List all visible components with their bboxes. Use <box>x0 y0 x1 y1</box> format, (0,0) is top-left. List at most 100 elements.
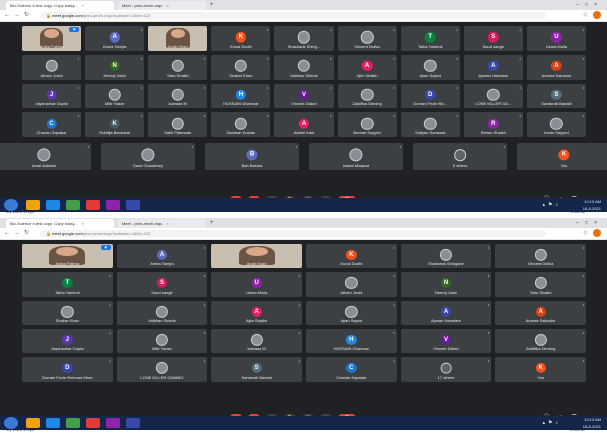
participant-tile[interactable]: B • Ban Basma <box>205 143 299 170</box>
participant-tile[interactable]: T • Talha Tamboli <box>22 272 113 297</box>
participant-tile[interactable]: • Anab Khan <box>211 244 302 269</box>
new-tab-icon[interactable]: + <box>210 1 214 10</box>
close-icon[interactable]: × <box>82 3 84 8</box>
participant-tile[interactable]: A • Andrea Salvador <box>526 54 586 80</box>
participant-tile[interactable]: • Burhan Sayyed <box>337 112 397 138</box>
participant-tile[interactable]: • Shakar Khan <box>211 54 271 80</box>
participant-tile[interactable]: K • Kunal Dudhi <box>211 26 271 51</box>
participant-tile[interactable]: N • Neeraj Joshi <box>400 272 492 297</box>
taskbar-app-icon[interactable] <box>86 200 100 210</box>
participant-tile[interactable]: • Sahil Patanade <box>148 112 208 138</box>
taskbar-app-icon[interactable] <box>26 418 40 428</box>
participant-tile[interactable]: A • Arsha Tamjra <box>116 244 208 269</box>
participant-tile[interactable]: • Taha Shaikh <box>148 54 208 80</box>
participant-tile[interactable]: • Imran Sayyed <box>526 112 586 138</box>
participant-tile[interactable]: • Amal Ardekar <box>0 143 91 170</box>
participant-tile[interactable]: • Ayan Sayed <box>306 300 397 325</box>
participant-tile[interactable]: N • Neeraj Joshi <box>85 54 145 80</box>
participant-tile[interactable]: • Shakar Khan <box>22 300 113 325</box>
participant-tile[interactable]: ▣ Aniba Fatima <box>22 26 82 51</box>
participant-tile[interactable]: A • Adahri Kale <box>274 112 334 138</box>
start-button[interactable] <box>4 199 18 211</box>
participant-tile[interactable]: • Vaibhav Shinde <box>274 54 334 80</box>
close-icon[interactable]: × <box>82 221 84 226</box>
participant-tile[interactable]: • Darshan Kuldan <box>211 112 271 138</box>
participant-tile[interactable]: H • HUSSAIN Ghamsar <box>211 83 271 109</box>
taskbar-app-icon[interactable] <box>126 418 140 428</box>
taskbar-app-icon[interactable] <box>26 200 40 210</box>
participant-tile[interactable]: R • Rehan Shaikh <box>463 112 523 138</box>
participant-tile[interactable]: V • Vincent Dsilari <box>274 83 334 109</box>
participant-tile[interactable]: ▣ Aniba Fatima <box>22 244 113 269</box>
tab-1[interactable]: Bio-Science e-test copy: Copy today... × <box>6 219 114 228</box>
taskbar-app-icon[interactable] <box>66 200 80 210</box>
tray-icons[interactable]: ▴⚑♪ <box>543 198 562 212</box>
participant-tile[interactable]: C • Chandu Sapakar <box>22 112 82 138</box>
participant-tile[interactable]: • 17 others <box>400 357 492 382</box>
participant-tile[interactable]: • Vincent Dsilva <box>495 244 586 269</box>
url-field[interactable]: 🔒 meet.google.com/pnm-amzh-mqu?authuser=… <box>40 12 546 19</box>
participant-tile[interactable]: • Shashank Shingane <box>400 244 492 269</box>
participant-tile[interactable]: A • Arsha Tamjra <box>85 26 145 51</box>
participant-tile[interactable]: C • Chandu Sapakar <box>306 357 397 382</box>
pin-icon[interactable]: ▣ <box>100 245 111 250</box>
participant-tile[interactable]: D • Durrani Fezle Ra... <box>400 83 460 109</box>
participant-tile[interactable]: S • Saud sange <box>463 26 523 51</box>
participant-tile[interactable]: • Vaibhav Shinde <box>116 300 208 325</box>
participant-tile[interactable]: • Zakiiflka Dinning <box>495 329 586 354</box>
participant-tile[interactable]: • Atharv Joshi <box>22 54 82 80</box>
participant-tile[interactable]: K•You <box>495 357 586 382</box>
participant-tile[interactable]: S • Sanskrati Bandal <box>211 357 302 382</box>
participant-tile[interactable]: • kainaaz M <box>211 329 302 354</box>
profile-icon[interactable] <box>593 11 601 19</box>
participant-tile[interactable]: A • Ayman Hamdare <box>400 300 492 325</box>
participant-tile[interactable]: U • Usma Mulla <box>526 26 586 51</box>
window-controls[interactable]: –□× <box>576 0 603 10</box>
taskbar-app-icon[interactable] <box>46 200 60 210</box>
participant-tile[interactable]: • 5 others <box>413 143 507 170</box>
taskbar-app-icon[interactable] <box>46 418 60 428</box>
taskbar-app-icon[interactable] <box>106 200 120 210</box>
participant-tile[interactable]: J • Jayshankar Gupta <box>22 329 113 354</box>
participant-tile[interactable]: • LONE KILLER GAMING <box>116 357 208 382</box>
url-field[interactable]: 🔒 meet.google.com/pnm-amzh-mqu?authuser=… <box>40 230 546 237</box>
nav-buttons[interactable]: ←→↻ <box>4 10 33 21</box>
participant-tile[interactable]: • Taha Shaikh <box>495 272 586 297</box>
star-icon[interactable]: ☆ <box>583 13 593 19</box>
participant-tile[interactable]: K•You <box>517 143 607 170</box>
extensions[interactable]: ☆ <box>583 229 601 239</box>
participant-tile[interactable]: S • Sanskrati Bandal <box>526 83 586 109</box>
participant-tile[interactable]: U • Usma Mulla <box>211 272 302 297</box>
new-tab-icon[interactable]: + <box>210 219 214 228</box>
participant-tile[interactable]: • Shashank Shing... <box>274 26 334 51</box>
close-icon[interactable]: × <box>166 221 168 226</box>
participant-tile[interactable]: T • Talha Tamboli <box>400 26 460 51</box>
participant-tile[interactable]: • Sufiyan Sunwara <box>400 112 460 138</box>
taskbar-app-icon[interactable] <box>106 418 120 428</box>
participant-tile[interactable]: A • Ayman Hamdare <box>463 54 523 80</box>
start-button[interactable] <box>4 417 18 429</box>
participant-tile[interactable]: • LONE KILLER GA... <box>463 83 523 109</box>
participant-tile[interactable]: A • Ajim Shaikh <box>337 54 397 80</box>
extensions[interactable]: ☆ <box>583 11 601 21</box>
participant-tile[interactable]: • Vincent Dsilva <box>337 26 397 51</box>
participant-tile[interactable]: D • Durrani Fezle Rehman Khan <box>22 357 113 382</box>
participant-tile[interactable]: A • Ajim Shaikh <box>211 300 302 325</box>
participant-tile[interactable]: A • Andrea Salvador <box>495 300 586 325</box>
participant-tile[interactable]: • Zakiiflka Dinning <box>337 83 397 109</box>
taskbar-app-icon[interactable] <box>66 418 80 428</box>
participant-tile[interactable]: V • Vincent Dsilari <box>400 329 492 354</box>
tray-icons[interactable]: ▴⚑♪ <box>543 416 562 430</box>
participant-tile[interactable]: • Saud Chaudhary <box>101 143 195 170</box>
participant-tile[interactable]: H • HUSSAIN Ghamsar <box>306 329 397 354</box>
pin-icon[interactable]: ▣ <box>69 27 80 32</box>
participant-tile[interactable]: J • Jayshankar Gupta <box>22 83 82 109</box>
tab-2[interactable]: Meet - pnm-amzh-mqu × <box>118 1 206 10</box>
profile-icon[interactable] <box>593 229 601 237</box>
taskbar-app-icon[interactable] <box>86 418 100 428</box>
window-controls[interactable]: –□× <box>576 218 603 228</box>
participant-tile[interactable]: • Mitir Yadav <box>116 329 208 354</box>
participant-tile[interactable]: S • Saud sange <box>116 272 208 297</box>
taskbar-app-icon[interactable] <box>126 200 140 210</box>
participant-tile[interactable]: K • Kunal Dudhi <box>306 244 397 269</box>
